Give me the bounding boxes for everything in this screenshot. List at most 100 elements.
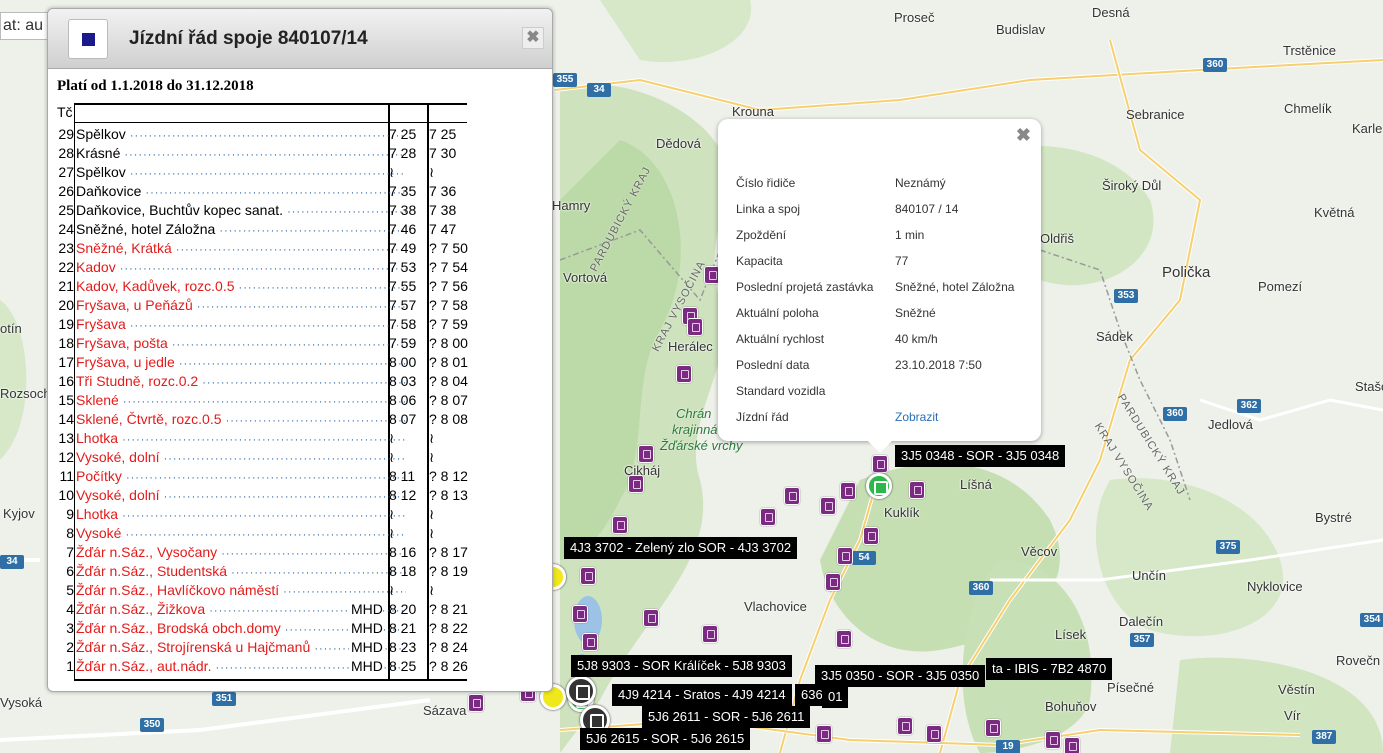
info-value: 77	[895, 254, 909, 268]
vehicle-label[interactable]: 5J6 2611 - SOR - 5J6 2611	[642, 706, 811, 728]
info-row: Zpoždění 1 min	[736, 228, 1036, 248]
departure-time: ? 8 12	[429, 468, 468, 484]
vehicle-label[interactable]: 3J5 0350 - SOR - 3J5 0350	[815, 665, 986, 687]
road-shield: 354	[1360, 613, 1383, 627]
departure-time: ? 8 19	[429, 563, 468, 579]
map-town-label: Rozsoch	[0, 386, 51, 401]
info-row: Poslední data 23.10.2018 7:50	[736, 358, 1036, 378]
bus-stop-icon[interactable]	[840, 482, 856, 500]
vehicle-marker[interactable]	[866, 473, 892, 499]
map-town-label: Karle	[1352, 121, 1383, 136]
bus-stop-icon[interactable]	[580, 567, 596, 585]
info-value: 40 km/h	[895, 332, 938, 346]
table-row: 18Fryšava, pošta7 59? 8 00	[57, 334, 468, 353]
bus-stop-icon[interactable]	[820, 497, 836, 515]
stop-number: 20	[58, 297, 74, 313]
stop-number: 24	[58, 221, 74, 237]
vehicle-label[interactable]: 3J5 0348 - SOR - 3J5 0348	[895, 445, 1066, 467]
stop-number: 6	[66, 563, 74, 579]
bus-stop-icon[interactable]	[1064, 737, 1080, 753]
stop-name: Krásné	[76, 144, 406, 165]
stop-name: Fryšava, u Peňázů	[76, 296, 406, 317]
vehicle-label[interactable]: ta - IBIS - 7B2 4870	[986, 658, 1113, 680]
stop-name: Žďár n.Sáz., Vysočany	[76, 543, 406, 564]
bus-stop-icon[interactable]	[760, 508, 776, 526]
stop-number: 28	[58, 145, 74, 161]
road-shield: 362	[1237, 399, 1261, 413]
departure-time: ? 8 22	[429, 620, 468, 636]
bus-stop-icon[interactable]	[676, 365, 692, 383]
map-town-label: Polička	[1162, 264, 1211, 281]
timetable-table: Tč 29Spělkov7 257 2528Krásné7 287 3027Sp…	[57, 103, 468, 681]
stop-name: Vysoké	[76, 524, 406, 545]
stop-number: 26	[58, 183, 74, 199]
map-town-label: Bohuňov	[1045, 699, 1097, 714]
stop-number: 7	[66, 544, 74, 560]
vehicle-label[interactable]: 4J3 3702 - Zelený zlo SOR - 4J3 3702	[564, 537, 798, 559]
stop-number: 29	[58, 126, 74, 142]
bus-stop-icon[interactable]	[612, 516, 628, 534]
bus-stop-icon[interactable]	[582, 633, 598, 651]
bus-stop-icon[interactable]	[1045, 731, 1061, 749]
departure-time: ? 8 08	[429, 411, 468, 427]
stop-name: Tři Studně, rozc.0.2	[76, 372, 406, 393]
bus-stop-icon[interactable]	[638, 445, 654, 463]
vehicle-marker[interactable]	[566, 676, 596, 706]
road-shield: 375	[1216, 540, 1240, 554]
map-town-label: Vlachovice	[744, 599, 807, 614]
bus-stop-icon[interactable]	[687, 318, 703, 336]
departure-time: ? 8 24	[429, 639, 468, 655]
road-shield: 357	[1130, 633, 1154, 647]
bus-stop-icon[interactable]	[837, 547, 853, 565]
vehicle-label[interactable]: 5J8 9303 - SOR Králíček - 5J8 9303	[571, 655, 792, 677]
stop-number: 21	[58, 278, 74, 294]
table-row: 24Sněžné, hotel Záložna7 467 47	[57, 220, 467, 239]
stop-number: 3	[66, 620, 74, 636]
bus-stop-icon[interactable]	[836, 630, 852, 648]
info-value: 840107 / 14	[895, 202, 959, 216]
map-town-label: Věstín	[1278, 682, 1315, 697]
bus-stop-icon[interactable]	[628, 475, 644, 493]
bus-stop-icon[interactable]	[897, 717, 913, 735]
bus-stop-icon[interactable]	[926, 725, 942, 743]
bus-stop-icon[interactable]	[872, 455, 888, 473]
map-town-label: Sádek	[1096, 329, 1133, 344]
bus-stop-icon[interactable]	[702, 625, 718, 643]
stop-number: 11	[59, 468, 74, 484]
bus-stop-icon[interactable]	[825, 573, 841, 591]
bus-stop-icon[interactable]	[909, 481, 925, 499]
road-shield: 350	[140, 718, 164, 732]
table-row: 26Daňkovice7 357 36	[57, 182, 467, 201]
map-town-label: Oldřiš	[1040, 231, 1074, 246]
bus-stop-icon[interactable]	[643, 609, 659, 627]
bus-stop-icon[interactable]	[468, 694, 484, 712]
stop-name: Kadov	[76, 258, 406, 279]
map-town-label: Květná	[1314, 205, 1355, 220]
departure-time: ? 8 21	[429, 601, 468, 617]
close-icon[interactable]: ✖	[1016, 125, 1031, 146]
stop-number: 9	[66, 506, 74, 522]
bus-stop-icon[interactable]	[816, 725, 832, 743]
stop-number: 25	[58, 202, 74, 218]
timetable-link[interactable]: Zobrazit	[895, 410, 938, 424]
info-row: Standard vozidla	[736, 384, 1036, 404]
close-icon[interactable]: ✖	[522, 27, 544, 49]
vehicle-label[interactable]: 4J9 4214 - Sratos - 4J9 4214	[612, 684, 792, 706]
info-label: Zpoždění	[736, 228, 787, 242]
bus-stop-icon[interactable]	[863, 527, 879, 545]
info-row: Jízdní řád Zobrazit	[736, 410, 1036, 430]
bus-stop-icon[interactable]	[985, 719, 1001, 737]
bus-stop-icon[interactable]	[784, 487, 800, 505]
info-row: Poslední projetá zastávka Sněžné, hotel Z…	[736, 280, 1036, 300]
stop-number: 17	[58, 354, 74, 370]
table-row: 6Žďár n.Sáz., Studentská8 18? 8 19	[57, 562, 468, 581]
departure-time: ? 8 13	[429, 487, 468, 503]
table-row: 12Vysoké, dolní≀≀	[57, 448, 467, 467]
vehicle-label[interactable]: 5J6 2615 - SOR - 5J6 2615	[580, 728, 751, 750]
info-row: Linka a spoj 840107 / 14	[736, 202, 1036, 222]
map-town-label: Sázava	[423, 703, 467, 718]
vehicle-label[interactable]: 01	[822, 686, 849, 708]
bus-stop-icon[interactable]	[572, 605, 588, 623]
map-town-label: Kyjov	[3, 506, 35, 521]
departure-time: ≀	[429, 582, 435, 598]
